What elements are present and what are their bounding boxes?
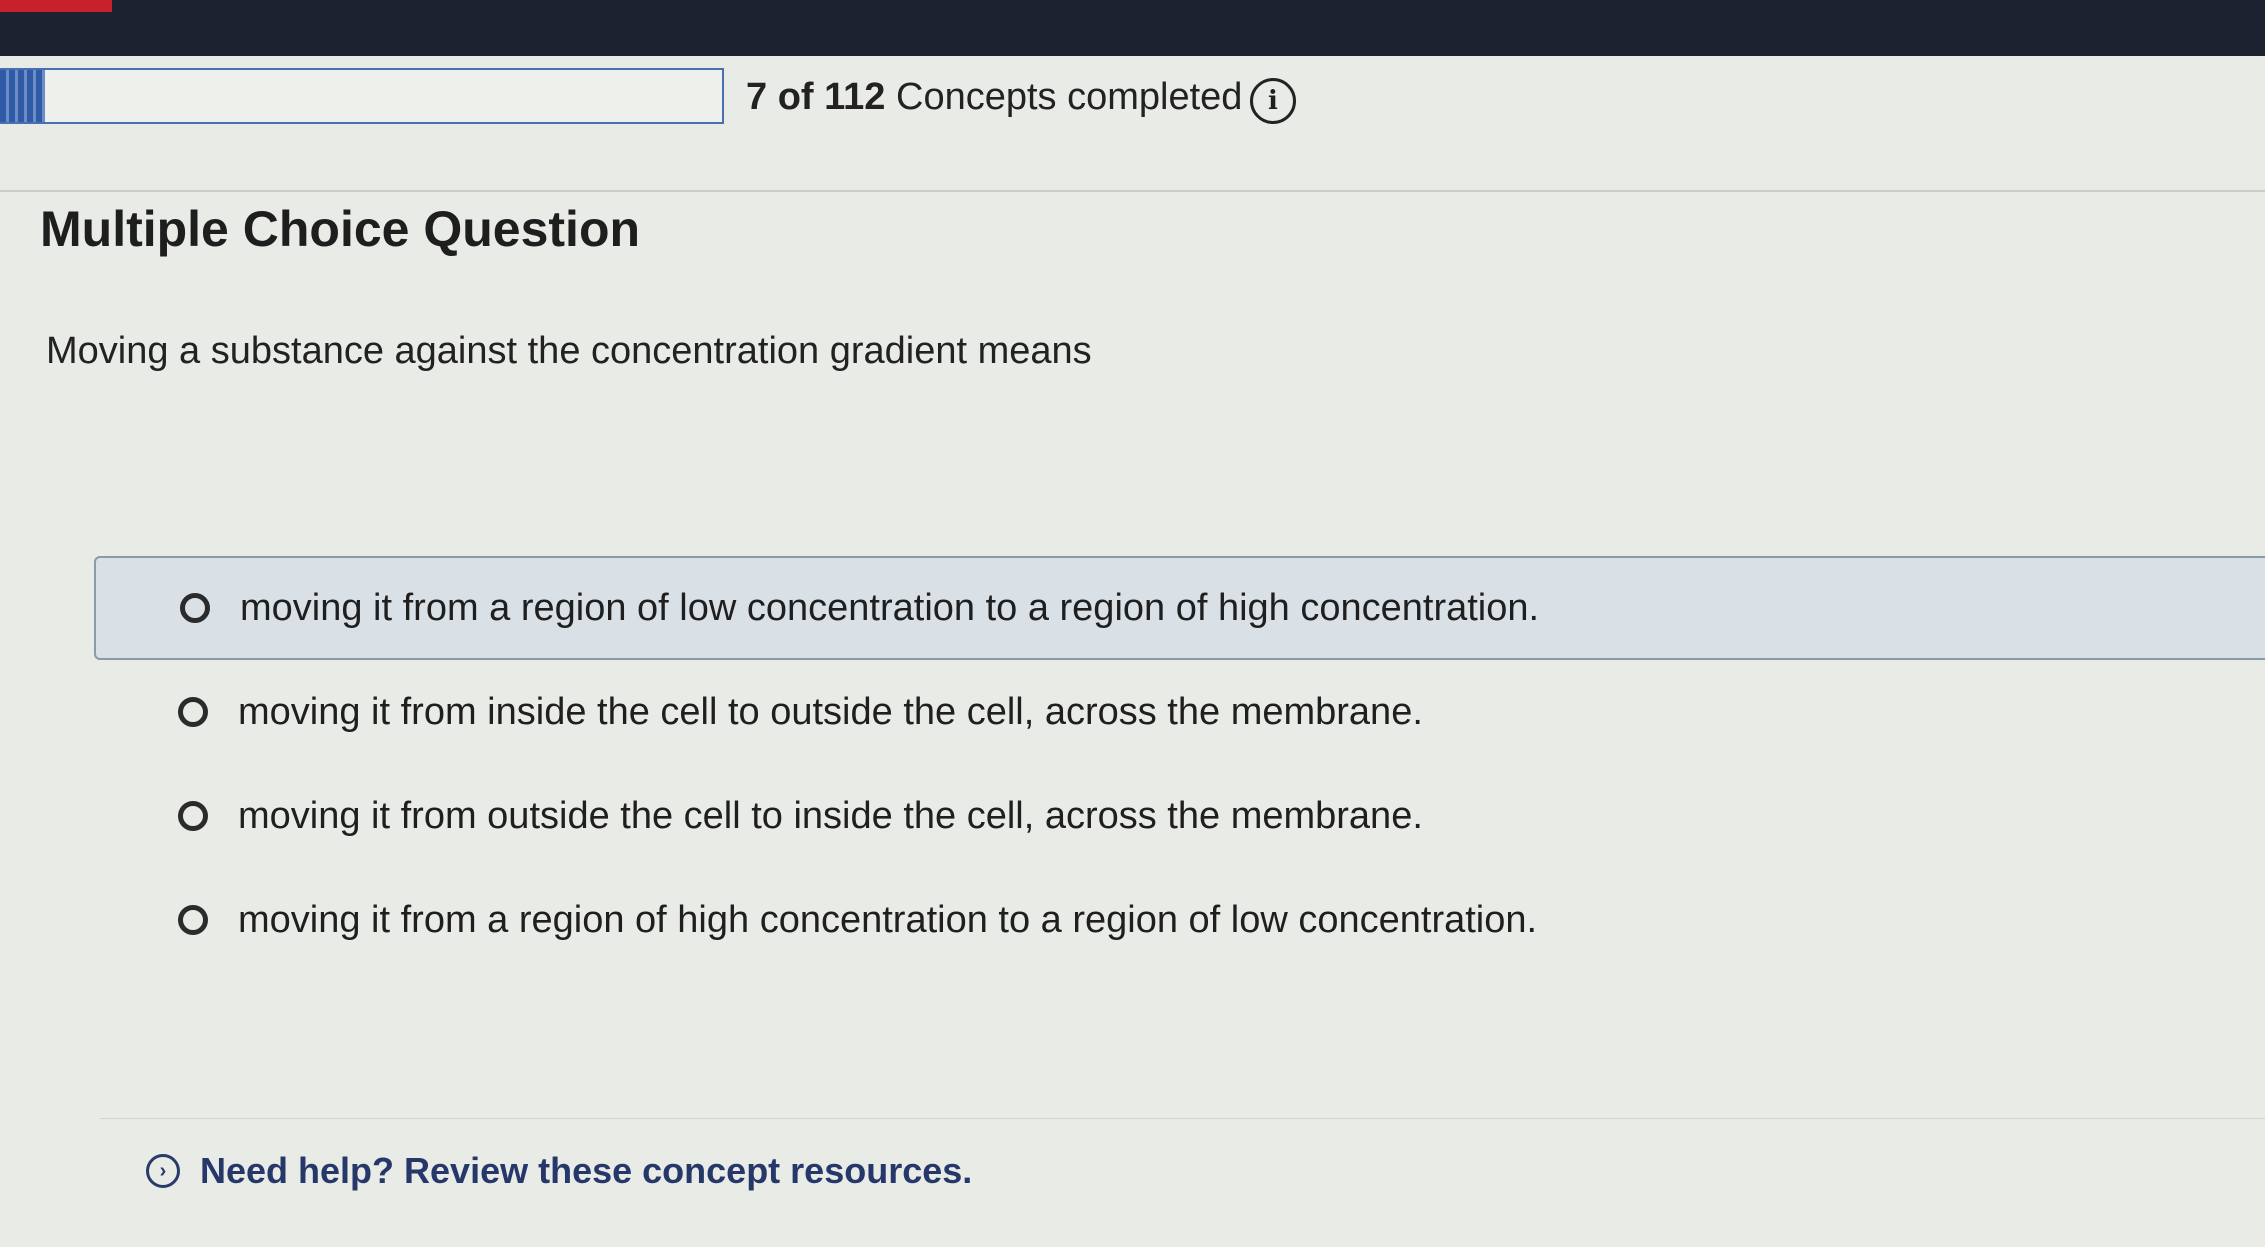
chevron-right-circle-icon: › [146, 1154, 180, 1188]
question-type-heading: Multiple Choice Question [40, 201, 641, 257]
progress-bar [0, 68, 724, 124]
help-divider [100, 1118, 2265, 1119]
answer-choice-label: moving it from inside the cell to outsid… [238, 690, 1423, 733]
question-stem: Moving a substance against the concentra… [46, 330, 1092, 372]
info-icon[interactable]: i [1250, 78, 1296, 124]
radio-button-icon[interactable] [178, 801, 208, 831]
answer-choice-label: moving it from outside the cell to insid… [238, 794, 1423, 837]
progress-header: 7 of 112 Concepts completed i [0, 56, 2265, 192]
radio-button-icon[interactable] [178, 697, 208, 727]
answer-choice-label: moving it from a region of high concentr… [238, 898, 1538, 941]
answer-choice[interactable]: moving it from a region of high concentr… [94, 868, 2265, 972]
help-resources-label: Need help? Review these concept resource… [200, 1150, 973, 1191]
top-tab-indicator [0, 0, 112, 12]
progress-bar-fill [0, 70, 46, 122]
progress-suffix: Concepts completed [896, 76, 1243, 118]
answer-choice[interactable]: moving it from a region of low concentra… [94, 556, 2265, 660]
progress-text: 7 of 112 Concepts completed [746, 76, 1242, 119]
radio-button-icon[interactable] [178, 905, 208, 935]
progress-total-count: 112 [824, 76, 886, 118]
answer-choices: moving it from a region of low concentra… [94, 556, 2265, 972]
progress-of-label: of [777, 76, 814, 118]
progress-completed-count: 7 [746, 76, 768, 118]
answer-choice[interactable]: moving it from inside the cell to outsid… [94, 660, 2265, 764]
browser-top-bar [0, 0, 2265, 56]
radio-button-icon[interactable] [180, 593, 210, 623]
answer-choice-label: moving it from a region of low concentra… [240, 586, 1540, 629]
help-resources-link[interactable]: › Need help? Review these concept resour… [146, 1150, 972, 1192]
answer-choice[interactable]: moving it from outside the cell to insid… [94, 764, 2265, 868]
